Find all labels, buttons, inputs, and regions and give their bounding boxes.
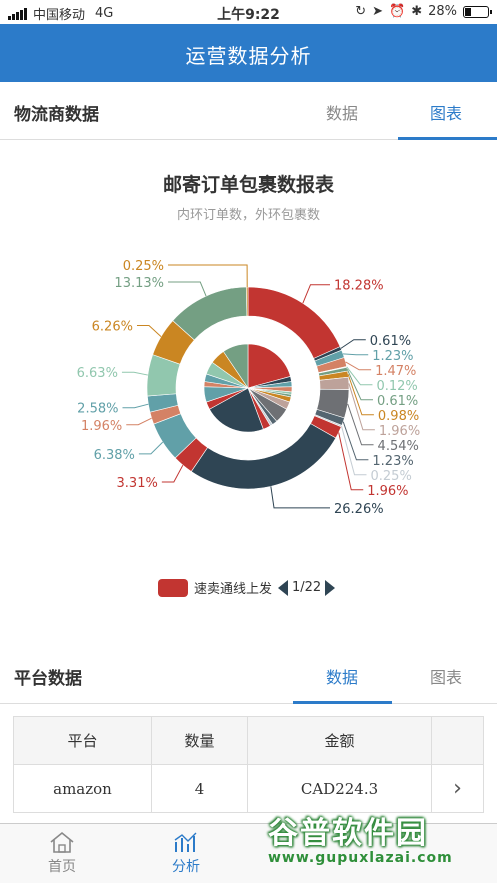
slice-label: 18.28%: [334, 279, 384, 294]
label-leader-line: [161, 464, 184, 483]
slice-label: 3.31%: [117, 476, 158, 491]
home-icon: [50, 831, 74, 853]
legend-page: 1/22: [292, 580, 322, 595]
label-leader-line: [122, 403, 149, 409]
label-leader-line: [138, 441, 164, 455]
slice-label: 4.54%: [378, 439, 419, 454]
slice-label: 1.47%: [375, 364, 416, 379]
chart-legend: 速卖通线上发 1/22: [158, 578, 336, 597]
watermark-url: www.gupuxlazai.com: [268, 850, 453, 866]
status-bar: 中国移动 4G 上午9:22 ↻ ➤ ⏰ ✱ 28%: [0, 0, 497, 24]
tab-data[interactable]: 数据: [326, 664, 358, 688]
slice-label: 6.38%: [94, 448, 135, 463]
outer-slice[interactable]: [246, 286, 249, 317]
battery-percent: 28%: [428, 4, 457, 19]
label-leader-line: [302, 284, 330, 304]
slice-label: 6.63%: [77, 366, 118, 381]
active-tab-indicator: [293, 701, 392, 704]
slice-label: 0.25%: [123, 259, 164, 274]
label-leader-line: [270, 486, 330, 509]
slice-label: 0.12%: [376, 379, 417, 394]
nav-bar: 运营数据分析: [0, 24, 497, 82]
section-title: 物流商数据: [14, 105, 99, 125]
tab-home[interactable]: 首页: [22, 830, 102, 876]
tab-chart[interactable]: 图表: [430, 664, 462, 688]
label-leader-line: [340, 339, 366, 349]
logistics-section-header: 物流商数据 数据 图表: [0, 82, 497, 140]
legend-swatch[interactable]: [158, 578, 188, 597]
label-leader-line: [168, 281, 207, 297]
label-leader-line: [136, 324, 162, 338]
slice-label: 1.23%: [372, 454, 413, 469]
col-action: [431, 716, 484, 765]
slice-label: 0.98%: [378, 409, 419, 424]
label-leader-line: [343, 353, 369, 356]
label-leader-line: [341, 425, 367, 476]
donut-chart[interactable]: 18.28%0.61%1.23%1.47%0.12%0.61%0.98%1.96…: [0, 140, 497, 570]
slice-label: 13.13%: [114, 276, 164, 291]
watermark-logo: 谷普软件园 www.gupuxlazai.com: [268, 808, 493, 883]
alarm-icon: ⏰: [389, 4, 406, 19]
slice-label: 6.26%: [92, 319, 133, 334]
slice-label: 1.96%: [379, 424, 420, 439]
slice-label: 1.96%: [81, 419, 122, 434]
label-leader-line: [168, 264, 248, 288]
cell-count: 4: [151, 764, 248, 813]
legend-entry[interactable]: 速卖通线上发: [194, 578, 272, 597]
slice-label: 1.23%: [372, 349, 413, 364]
parcel-chart: 邮寄订单包裹数报表 内环订单数，外环包裹数 18.28% 0.61% 1.23% 1.…: [0, 140, 497, 650]
location-icon: ➤: [372, 4, 383, 19]
tab-label: 首页: [48, 859, 76, 875]
bluetooth-icon: ✱: [411, 4, 423, 19]
slice-label: 0.25%: [371, 469, 412, 484]
rotation-lock-icon: ↻: [355, 4, 367, 19]
slice-label: 1.96%: [367, 484, 408, 499]
slice-label: 0.61%: [370, 334, 411, 349]
tab-data[interactable]: 数据: [326, 100, 358, 124]
platform-table: 平台 数量 金额 amazon 4 CAD224.3 ›: [13, 716, 484, 813]
page-title: 运营数据分析: [185, 44, 312, 68]
col-platform: 平台: [13, 716, 152, 765]
label-leader-line: [121, 371, 148, 376]
tab-analysis[interactable]: 分析: [146, 830, 226, 876]
label-leader-line: [126, 417, 152, 426]
chart-icon: [174, 832, 197, 852]
label-leader-line: [348, 383, 375, 431]
outer-slice[interactable]: [190, 423, 337, 490]
platform-section-header: 平台数据 数据 图表: [0, 646, 497, 704]
cell-amount: CAD224.3: [247, 764, 432, 813]
slice-label: 0.61%: [377, 394, 418, 409]
col-count: 数量: [151, 716, 248, 765]
table-header-row: 平台 数量 金额: [13, 716, 484, 765]
tab-chart[interactable]: 图表: [430, 100, 462, 124]
legend-next-icon[interactable]: [325, 579, 336, 596]
table-row[interactable]: amazon 4 CAD224.3 ›: [13, 764, 484, 813]
slice-label: 2.58%: [77, 402, 118, 417]
legend-prev-icon[interactable]: [278, 579, 288, 596]
col-amount: 金额: [247, 716, 432, 765]
slice-label: 26.26%: [334, 502, 384, 517]
cell-platform: amazon: [13, 764, 152, 813]
tab-label: 分析: [172, 859, 200, 875]
watermark-text: 谷普软件园: [268, 816, 428, 851]
chevron-right-icon[interactable]: ›: [431, 764, 484, 813]
label-leader-line: [345, 361, 372, 371]
battery-icon: [463, 5, 492, 18]
section-title: 平台数据: [14, 669, 82, 689]
